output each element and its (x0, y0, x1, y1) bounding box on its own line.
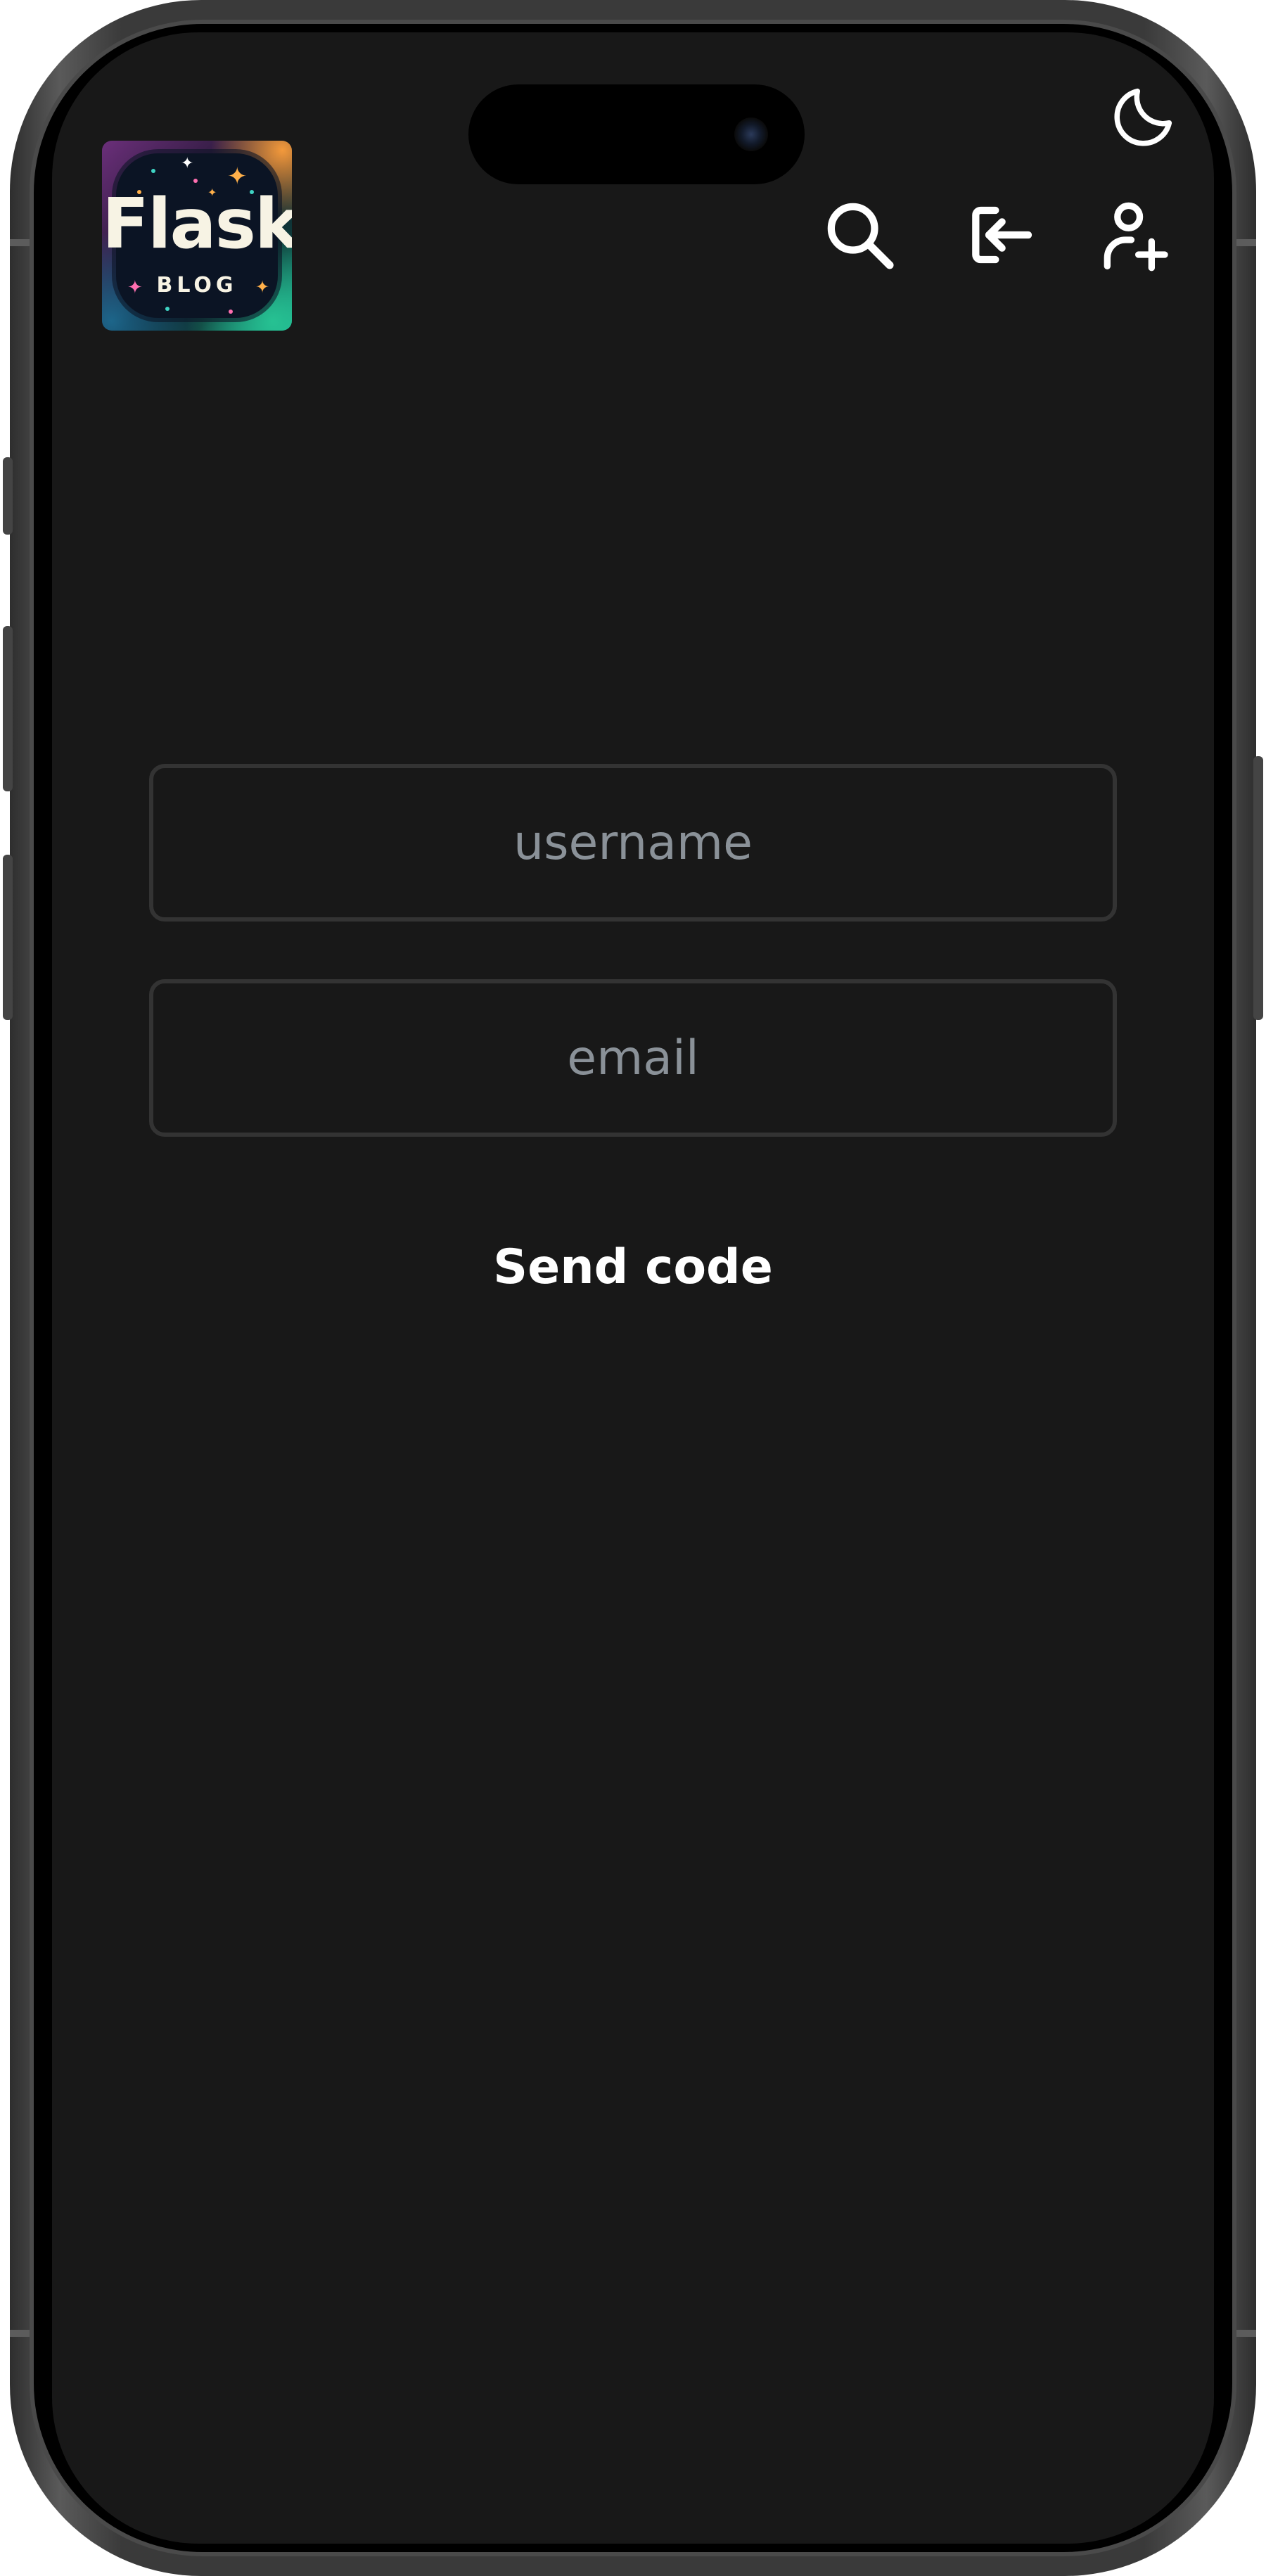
flask-blog-logo[interactable]: ✦ ✦ ✦ ✦ ✦ Flask BLOG (102, 141, 292, 331)
search-button[interactable] (820, 196, 899, 274)
volume-down-button (3, 855, 13, 1020)
login-button[interactable] (959, 196, 1038, 274)
username-input[interactable] (149, 764, 1117, 922)
person-add-icon (1104, 202, 1168, 272)
login-icon (972, 206, 1032, 264)
moon-icon (1114, 88, 1172, 146)
dynamic-island (468, 84, 805, 184)
front-camera (734, 117, 768, 151)
search-icon (827, 203, 894, 269)
theme-toggle-button[interactable] (1107, 79, 1182, 153)
email-input[interactable] (149, 979, 1117, 1137)
logo-title: Flask (102, 184, 292, 264)
signup-button[interactable] (1096, 196, 1175, 274)
send-code-button[interactable]: Send code (492, 1228, 774, 1306)
action-button (3, 457, 13, 535)
volume-up-button (3, 626, 13, 791)
logo-subtitle: BLOG (156, 273, 238, 298)
power-button (1253, 756, 1263, 1020)
screen: ✦ ✦ ✦ ✦ ✦ Flask BLOG username email Send… (52, 32, 1214, 2544)
